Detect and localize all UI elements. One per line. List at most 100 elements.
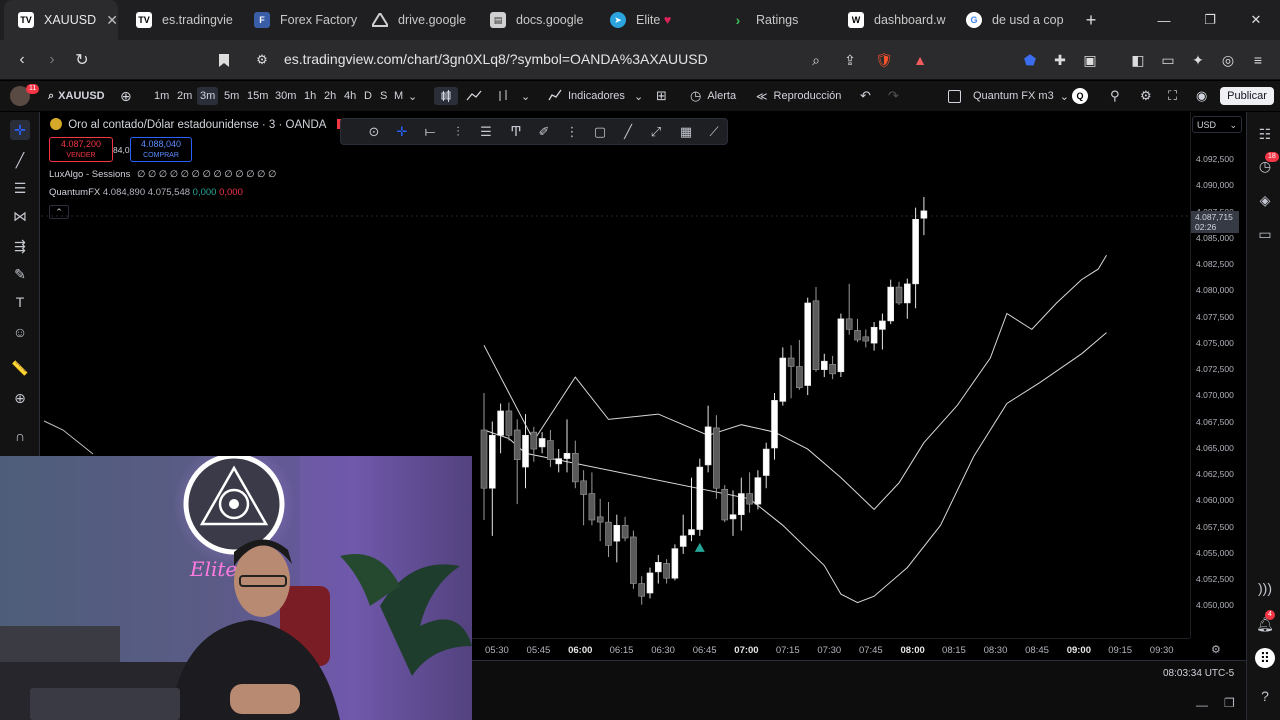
compare-add-icon[interactable]: ⊕ <box>120 87 132 105</box>
symbol-search[interactable]: ⌕ XAUUSD <box>48 87 105 105</box>
extended-line-icon[interactable]: ⤢ <box>647 123 665 141</box>
timeframe-1m[interactable]: 1m <box>154 87 169 105</box>
brush-icon[interactable]: ✎ <box>10 264 30 284</box>
pen-icon[interactable]: ✐ <box>535 123 553 141</box>
address-bar[interactable]: es.tradingview.com/chart/3gn0XLq8/?symbo… <box>284 51 708 67</box>
timeframe-15m[interactable]: 15m <box>247 87 268 105</box>
diagonal-line-icon[interactable]: ╱ <box>619 123 637 141</box>
vertical-line-icon[interactable]: ⋮ <box>563 123 581 141</box>
tab-google-docs[interactable]: ▤ docs.google <box>476 0 594 40</box>
maximize-panel-icon[interactable]: ❐ <box>1224 696 1235 710</box>
brave-rewards-icon[interactable]: ▲ <box>910 50 930 70</box>
timeframe-5m[interactable]: 5m <box>224 87 239 105</box>
publish-button[interactable]: Publicar <box>1220 87 1274 105</box>
emoji-icon[interactable]: ☺ <box>10 322 30 342</box>
settings-gear-icon[interactable]: ⚙ <box>1140 87 1152 105</box>
ruler-icon[interactable]: 📏 <box>10 358 30 378</box>
alert-button[interactable]: ◷ Alerta <box>690 87 736 105</box>
fullscreen-icon[interactable]: ⛶ <box>1168 87 1177 105</box>
timeframe-4h[interactable]: 4h <box>344 87 356 105</box>
bookmark-icon[interactable] <box>212 48 236 72</box>
bars-chart-type-icon[interactable] <box>496 87 510 105</box>
indicator-quantumfx[interactable]: QuantumFX 4.084,890 4.075,548 0,000 0,00… <box>49 187 243 198</box>
tab-ratings[interactable]: › Ratings <box>716 0 834 40</box>
replay-button[interactable]: ≪ Reproducción <box>756 87 841 105</box>
timeframe-d[interactable]: D <box>364 87 372 105</box>
tab-xauusd[interactable]: TV XAUUSD ✕ <box>4 0 118 40</box>
crosshair-icon[interactable]: ✛ <box>10 120 30 140</box>
timeframe-2h[interactable]: 2h <box>324 87 336 105</box>
horizontal-ray-icon[interactable]: ⟝ <box>421 123 439 141</box>
timeframe-30m[interactable]: 30m <box>275 87 296 105</box>
layout-select[interactable]: Quantum FX m3 ⌄ <box>948 87 1069 105</box>
tab-forex-factory[interactable]: F Forex Factory <box>240 0 358 40</box>
grid-icon[interactable]: ▦ <box>677 123 695 141</box>
timeframe-2m[interactable]: 2m <box>177 87 192 105</box>
currency-select[interactable]: USD ⌄ <box>1192 116 1242 133</box>
tab-elite[interactable]: ➤ Elite ♥ <box>596 0 714 40</box>
pattern-icon[interactable]: ⋈ <box>10 206 30 226</box>
tab-tradingview[interactable]: TV es.tradingvie <box>122 0 240 40</box>
timeframe-1h[interactable]: 1h <box>304 87 316 105</box>
price-axis[interactable] <box>1190 112 1246 638</box>
parallel-channel-icon[interactable]: ⫶ <box>449 123 467 141</box>
camera-icon[interactable]: ◉ <box>1196 87 1207 105</box>
zoom-icon[interactable]: ⌕ <box>806 50 826 70</box>
minimize-button[interactable]: — <box>1141 0 1187 40</box>
menu-icon[interactable]: ≡ <box>1248 50 1268 70</box>
indicators-dropdown-icon[interactable]: ⌄ <box>634 87 643 105</box>
chart-type-dropdown-icon[interactable]: ⌄ <box>521 87 530 105</box>
leo-ai-icon[interactable]: ✦ <box>1188 50 1208 70</box>
undo-icon[interactable]: ↶ <box>860 87 871 105</box>
fib-retracement-icon[interactable]: ☰ <box>10 178 30 198</box>
indicators-button[interactable]: Indicadores <box>548 87 625 105</box>
share-icon[interactable]: ⇪ <box>840 50 860 70</box>
timeframe-dropdown-icon[interactable]: ⌄ <box>408 87 417 105</box>
zoom-in-icon[interactable]: ⊕ <box>10 388 30 408</box>
magnet-icon[interactable]: ∩ <box>10 426 30 446</box>
watchlist-icon[interactable]: ☷ <box>1255 124 1275 144</box>
projection-icon[interactable]: ⇶ <box>10 236 30 256</box>
candles-chart-type-icon[interactable] <box>434 87 458 105</box>
vpn-shield-icon[interactable]: ⬟ <box>1020 50 1040 70</box>
brush-angle-icon[interactable]: ⟋ <box>705 123 723 141</box>
layouts-grid-icon[interactable]: ⊞ <box>656 87 667 105</box>
reader-icon[interactable]: ▣ <box>1080 50 1100 70</box>
chevron-up-icon[interactable]: ⌃ <box>49 205 69 219</box>
buy-button[interactable]: 4.088,040 COMPRAR <box>130 137 192 162</box>
minimize-panel-icon[interactable]: — <box>1196 698 1208 712</box>
signal-icon[interactable]: ))) <box>1255 578 1275 598</box>
quick-search-button[interactable]: Q <box>1072 88 1088 104</box>
line-chart-type-icon[interactable] <box>466 87 482 105</box>
axis-settings-icon[interactable]: ⚙ <box>1211 643 1221 656</box>
target-icon[interactable]: ⊙ <box>365 123 383 141</box>
tab-dashboard[interactable]: W dashboard.w <box>834 0 952 40</box>
reload-button[interactable]: ↻ <box>70 48 94 72</box>
sidebar-icon[interactable]: ◧ <box>1128 50 1148 70</box>
help-icon[interactable]: ? <box>1255 686 1275 706</box>
tab-google-drive[interactable]: drive.google <box>358 0 476 40</box>
wallet-icon[interactable]: ▭ <box>1158 50 1178 70</box>
restore-button[interactable]: ❐ <box>1187 0 1233 40</box>
magic-icon[interactable]: ⚲ <box>1110 87 1120 105</box>
timeframe-s[interactable]: S <box>380 87 387 105</box>
tab-usd-cop[interactable]: G de usd a cop <box>952 0 1070 40</box>
text-icon[interactable]: T <box>10 292 30 312</box>
layers-icon[interactable]: ◈ <box>1255 190 1275 210</box>
redo-icon[interactable]: ↷ <box>888 87 899 105</box>
extensions-icon[interactable]: ✚ <box>1050 50 1070 70</box>
fib-icon[interactable]: ☰ <box>477 123 495 141</box>
timeframe-m[interactable]: M <box>394 87 403 105</box>
timeframe-3m[interactable]: 3m <box>197 87 219 105</box>
vpn-icon[interactable]: ◎ <box>1218 50 1238 70</box>
trend-line-icon[interactable]: ╱ <box>10 150 30 170</box>
clock-timezone[interactable]: 08:03:34 UTC-5 <box>1163 668 1234 679</box>
brave-shield-icon[interactable]: 🛡 <box>874 50 894 70</box>
back-button[interactable]: ‹ <box>10 48 34 72</box>
chat-icon[interactable]: ▭ <box>1255 224 1275 244</box>
site-info-icon[interactable]: ⚙ <box>250 48 274 72</box>
apps-grid-icon[interactable]: ⠿ <box>1255 648 1275 668</box>
rectangle-icon[interactable]: ▢ <box>591 123 609 141</box>
indicator-sessions[interactable]: LuxAlgo - Sessions ∅ ∅ ∅ ∅ ∅ ∅ ∅ ∅ ∅ ∅ ∅… <box>49 169 276 180</box>
sell-button[interactable]: 4.087,200 VENDER <box>49 137 113 162</box>
